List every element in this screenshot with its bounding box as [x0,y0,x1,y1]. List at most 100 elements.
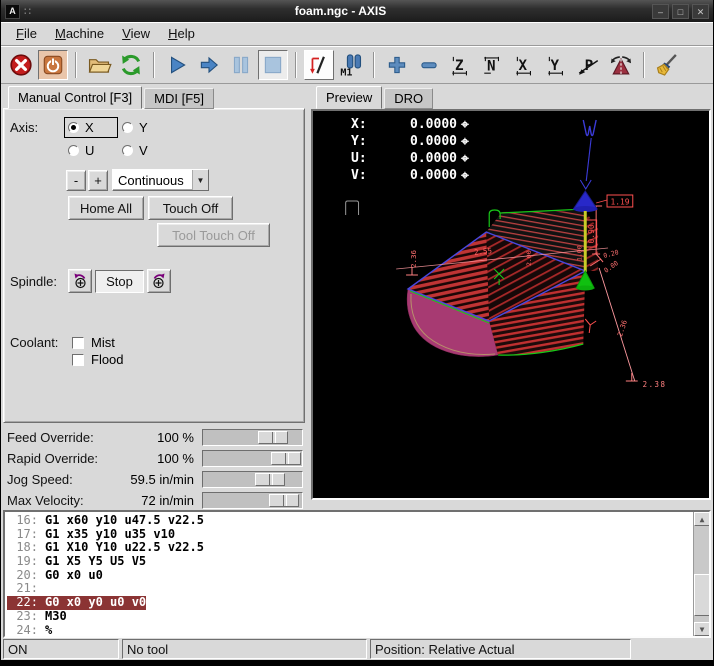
tab-dro[interactable]: DRO [384,88,433,109]
gcode-line[interactable]: 19:G1 X5 Y5 U5 V5 [7,555,691,569]
axis-radio-x-label: X [85,120,94,135]
dim-line-diagonal [599,268,635,381]
estop-button[interactable] [6,50,36,80]
spindle-cw-button[interactable] [147,269,171,293]
menu-view[interactable]: View [113,24,159,43]
radio-dot [122,122,133,133]
jog-minus-button[interactable]: - [66,170,86,191]
open-file-button[interactable] [84,50,114,80]
jog-speed-slider[interactable] [202,471,303,488]
gcode-line[interactable]: 23:M30 [7,610,691,624]
power-icon [41,53,65,77]
clear-plot-broom-icon [654,52,680,78]
svg-text:X: X [518,57,527,73]
view-z-back-button[interactable]: N [478,50,508,80]
skip-lines-icon [307,53,331,77]
radio-dot [122,145,133,156]
dim-label-000: 0.00 [603,259,620,275]
rapid-override-slider[interactable] [202,450,303,467]
dro-axis-label: Y: [351,134,381,149]
jog-increment-select[interactable]: Continuous ▼ [112,169,209,191]
tab-mdi[interactable]: MDI [F5] [144,88,214,109]
tab-preview[interactable]: Preview [316,86,382,109]
gcode-line[interactable]: 20:G0 x0 u0 [7,569,691,583]
touch-off-button[interactable]: Touch Off [148,196,233,220]
axis-radio-u[interactable]: U [64,140,118,161]
dim-tick-bottom [626,373,638,381]
feed-override-slider[interactable] [202,429,303,446]
home-all-button[interactable]: Home All [68,196,144,220]
gcode-line[interactable]: 18:G1 X10 Y10 u22.5 v22.5 [7,541,691,555]
machine-power-button[interactable] [38,50,68,80]
pause-program-button[interactable] [226,50,256,80]
dim-label-bottom: 2.38 [643,380,667,389]
view-z-button[interactable]: Z [446,50,476,80]
close-button[interactable]: ✕ [692,4,709,19]
reload-file-button[interactable] [116,50,146,80]
dro-axis-label: V: [351,168,381,183]
scroll-thumb[interactable] [694,574,710,616]
stop-program-button[interactable] [258,50,288,80]
dro-axis-value: 0.0000 [381,134,457,149]
gcode-line-active[interactable]: 22:G0 x0 y0 u0 v0 [7,596,691,610]
optional-pause-button[interactable]: M1 [336,50,366,80]
checkbox-box [72,337,84,349]
tool-touch-off-button[interactable]: Tool Touch Off [157,223,270,247]
mist-checkbox[interactable]: Mist [72,335,115,350]
zoom-out-button[interactable] [414,50,444,80]
axis-radio-y[interactable]: Y [118,117,172,138]
step-line-button[interactable] [194,50,224,80]
menu-file[interactable]: File [7,24,46,43]
dro-axis-value: 0.0000 [381,168,457,183]
axis-radio-y-label: Y [139,120,148,135]
gcode-line[interactable]: 17:G1 x35 y10 u35 v10 [7,528,691,542]
control-tabs: Manual Control [F3] MDI [F5] [3,86,305,109]
gcode-line[interactable]: 24:% [7,624,691,638]
toolbar: M1 Z N [1,46,713,84]
view-x-button[interactable]: X [510,50,540,80]
slider-handle[interactable] [271,452,301,465]
run-program-button[interactable] [162,50,192,80]
dro-axis-label: U: [351,151,381,166]
maximize-button[interactable]: □ [672,4,689,19]
step-arrow-icon [197,53,221,77]
minimize-button[interactable]: – [652,4,669,19]
gcode-scrollbar[interactable]: ▲ ▼ [693,512,709,636]
spindle-ccw-button[interactable] [68,269,92,293]
flood-checkbox[interactable]: Flood [72,352,124,367]
scroll-up-arrow[interactable]: ▲ [694,512,710,526]
slider-handle[interactable] [255,473,285,486]
spindle-stop-button[interactable]: Stop [95,270,144,293]
scroll-down-arrow[interactable]: ▼ [694,622,710,636]
radio-dot [68,122,79,133]
rotate-view-button[interactable] [606,50,636,80]
max-velocity-value: 72 in/min [141,493,194,508]
tab-manual-control[interactable]: Manual Control [F3] [8,86,142,109]
clear-plot-button[interactable] [652,50,682,80]
menu-help[interactable]: Help [159,24,204,43]
menubar: File Machine View Help [1,22,713,46]
view-y-button[interactable]: Y [542,50,572,80]
preview-canvas[interactable]: 2.36 2.55 2.00 1.00 1.19 0.90 0.20 0.00 [311,109,711,500]
jog-speed-label: Jog Speed: [7,472,73,487]
jog-plus-button[interactable]: + [88,170,108,191]
view-x-icon: X [513,53,537,77]
titlebar: A ∷ foam.ngc - AXIS – □ ✕ [1,0,713,22]
gcode-listing[interactable]: 16:G1 x60 y10 u47.5 v22.5 17:G1 x35 y10 … [3,510,711,638]
axis-radio-v[interactable]: V [118,140,172,161]
view-perspective-icon: P [577,53,601,77]
view-perspective-button[interactable]: P [574,50,604,80]
slider-handle[interactable] [269,494,299,507]
zoom-in-button[interactable] [382,50,412,80]
feed-override-value: 100 % [157,430,194,445]
menu-machine[interactable]: Machine [46,24,113,43]
dro-row-y: Y: 0.0000 ⌖ [351,133,469,150]
axis-radio-x[interactable]: X [64,117,118,138]
homed-icon: ⌖ [461,169,469,183]
gcode-line[interactable]: 16:G1 x60 y10 u47.5 v22.5 [7,514,691,528]
gcode-line[interactable]: 21: [7,582,691,596]
skip-lines-button[interactable] [304,50,334,80]
view-z-back-icon: N [481,53,505,77]
slider-handle[interactable] [258,431,288,444]
max-velocity-slider[interactable] [202,492,303,509]
